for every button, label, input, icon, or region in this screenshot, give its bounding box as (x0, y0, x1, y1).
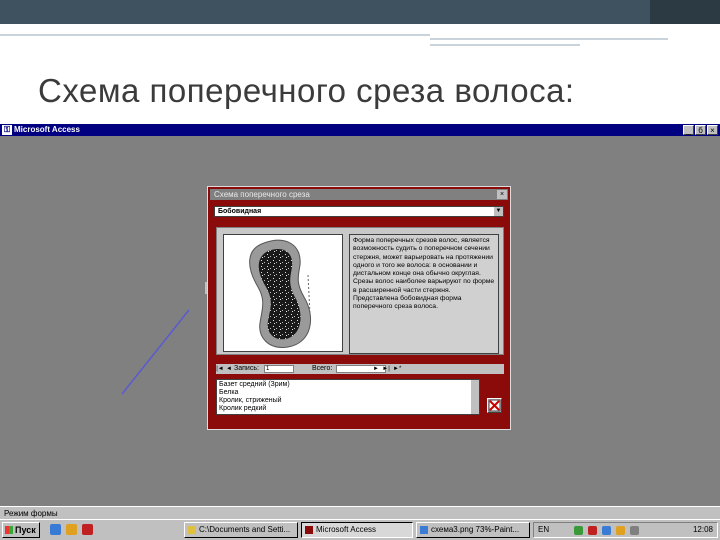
form-close-button[interactable]: × (497, 190, 507, 199)
access-titlebar: ⚿ Microsoft Access _ б × (0, 124, 720, 136)
slide-top-accent (650, 0, 720, 24)
paint-icon (420, 526, 428, 534)
minimize-button[interactable]: _ (683, 125, 694, 135)
access-icon (305, 526, 313, 534)
form-title: Схема поперечного среза (214, 190, 310, 199)
deco-line (0, 34, 430, 36)
hair-shape-combobox[interactable]: Бобовидная ▼ (214, 206, 504, 217)
access-window-title: Microsoft Access (14, 125, 80, 134)
deco-line (430, 44, 580, 46)
task-label: схема3.png 73%-Paint... (431, 525, 520, 534)
prev-record-button[interactable]: ◄ (225, 364, 233, 374)
antivirus-icon[interactable] (588, 526, 597, 535)
species-listbox[interactable]: Базет средний (Зрим) Белка Кролик, стриж… (216, 379, 480, 415)
record-number-field[interactable]: 1 (264, 365, 294, 373)
form-window: Схема поперечного среза × Бобовидная ▼ Ф… (207, 186, 511, 430)
last-record-button[interactable]: ►| (382, 364, 390, 374)
total-label: Всего: (312, 365, 333, 372)
slide-top-band (0, 0, 720, 24)
maximize-button[interactable]: б (695, 125, 706, 135)
desktop-icon[interactable] (50, 524, 61, 535)
tray-app-icon[interactable] (616, 526, 625, 535)
folder-icon (188, 526, 196, 534)
form-titlebar: Схема поперечного среза × (210, 189, 508, 200)
record-label: Запись: (234, 365, 259, 372)
delete-button[interactable] (487, 398, 502, 413)
chevron-down-icon[interactable]: ▼ (494, 207, 503, 216)
slide-title: Схема поперечного среза волоса: (38, 72, 575, 109)
list-item[interactable]: Кролик редкий (219, 404, 266, 413)
list-scrollbar[interactable] (471, 380, 479, 414)
task-access[interactable]: Microsoft Access (301, 522, 413, 538)
clock[interactable]: 12:08 (693, 523, 713, 537)
volume-icon[interactable] (630, 526, 639, 535)
hair-cross-section-image (223, 234, 343, 352)
subform-panel: Форма поперечных срезов волос, является … (216, 227, 504, 355)
system-tray: EN 12:08 (533, 522, 718, 538)
language-indicator[interactable]: EN (538, 523, 549, 537)
network-icon[interactable] (574, 526, 583, 535)
next-record-button[interactable]: ► (372, 364, 380, 374)
windows-logo-icon (5, 526, 13, 534)
start-button[interactable]: Пуск (2, 522, 40, 538)
explorer-icon[interactable] (66, 524, 77, 535)
task-explorer[interactable]: C:\Documents and Setti... (184, 522, 298, 538)
task-label: Microsoft Access (316, 525, 377, 534)
combobox-value: Бобовидная (218, 208, 262, 215)
start-label: Пуск (15, 525, 36, 535)
description-text: Форма поперечных срезов волос, является … (349, 234, 499, 354)
close-button[interactable]: × (707, 125, 718, 135)
first-record-button[interactable]: |◄ (216, 364, 224, 374)
windows-taskbar: Пуск C:\Documents and Setti... Microsoft… (0, 519, 720, 540)
opera-icon[interactable] (82, 524, 93, 535)
tray-app-icon[interactable] (602, 526, 611, 535)
task-paint[interactable]: схема3.png 73%-Paint... (416, 522, 530, 538)
delete-icon (488, 399, 501, 412)
new-record-button[interactable]: ►* (393, 364, 401, 374)
access-app-icon[interactable]: ⚿ (2, 125, 12, 135)
task-label: C:\Documents and Setti... (199, 525, 291, 534)
deco-line (430, 38, 668, 40)
record-navigator: |◄ ◄ Запись: 1 Всего: ► ►| ►* (216, 364, 504, 374)
access-statusbar: Режим формы (0, 506, 720, 520)
